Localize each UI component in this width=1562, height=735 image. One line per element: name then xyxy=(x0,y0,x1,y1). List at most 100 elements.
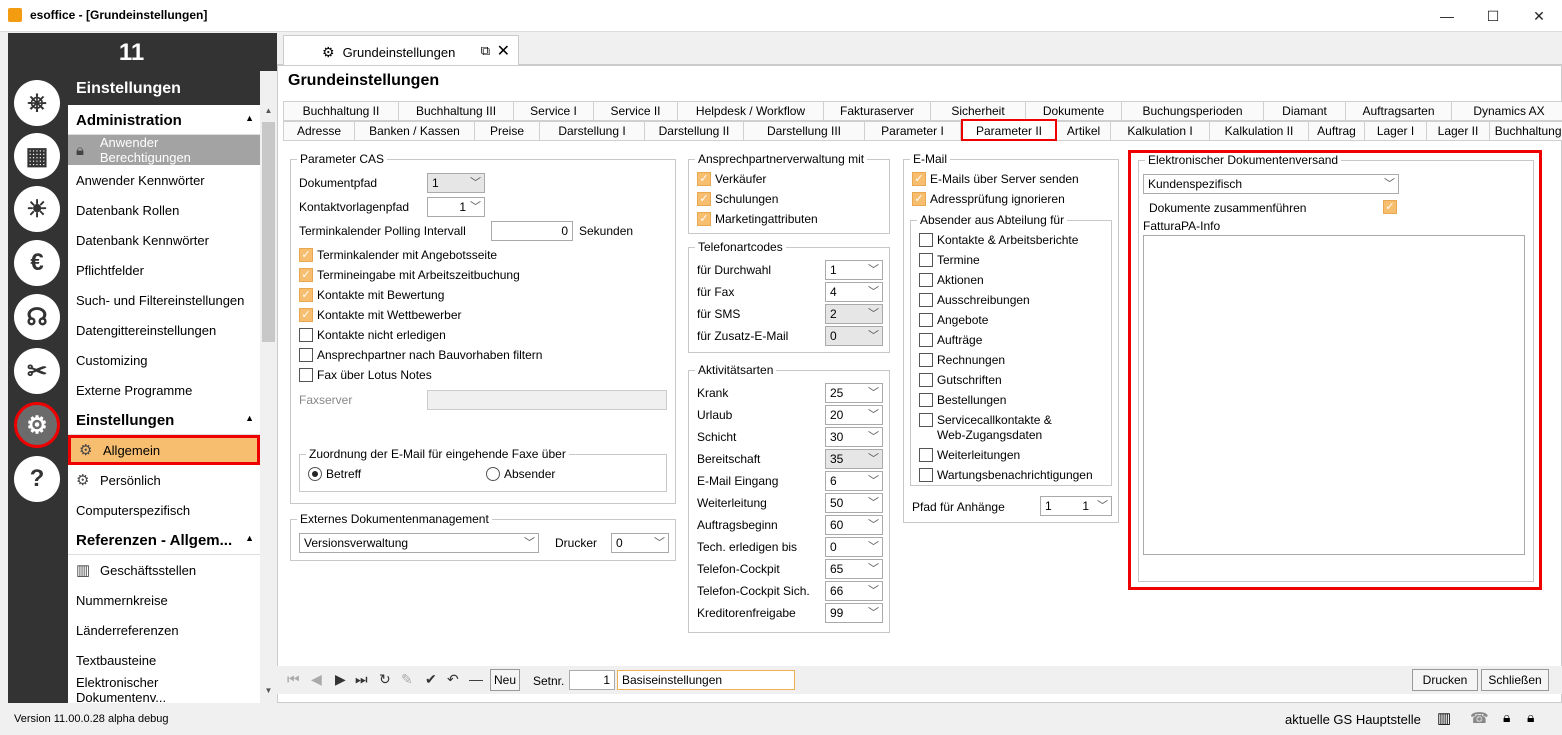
ansprech-checkbox-0[interactable]: ✓ Verkäufer xyxy=(697,172,766,186)
absender-checkbox-4[interactable]: Angebote xyxy=(919,313,988,327)
tab-sicherheit[interactable]: Sicherheit xyxy=(931,101,1026,121)
alarm-icon[interactable]: ☀ xyxy=(14,186,60,232)
popout-icon[interactable]: ⧉ xyxy=(481,43,490,59)
absender-checkbox-9[interactable]: Servicecallkontakte & xyxy=(919,413,1052,427)
undo-icon[interactable]: ↶ xyxy=(447,671,459,688)
absender-checkbox-8[interactable]: Bestellungen xyxy=(919,393,1006,407)
last-record-icon[interactable]: ⏭ xyxy=(355,671,368,688)
schliessen-button[interactable]: Schließen xyxy=(1481,669,1549,691)
email-checkbox-0[interactable]: ✓ E-Mails über Server senden xyxy=(912,172,1079,186)
aktivitaet-select-3[interactable]: 35 ﹀ xyxy=(825,449,883,469)
aktivitaet-select-9[interactable]: 66 ﹀ xyxy=(825,581,883,601)
delete-icon[interactable]: — xyxy=(469,671,483,687)
cas-checkbox-5[interactable]: Ansprechpartner nach Bauvorhaben filtern xyxy=(299,348,542,362)
telefon-select-0[interactable]: 1 ﹀ xyxy=(825,260,883,280)
tab-artikel[interactable]: Artikel xyxy=(1057,121,1111,141)
minimize-button[interactable]: — xyxy=(1424,0,1470,32)
aktivitaet-select-6[interactable]: 60 ﹀ xyxy=(825,515,883,535)
polling-input[interactable]: 0 xyxy=(491,221,573,241)
tab-service-ii[interactable]: Service II xyxy=(594,101,678,121)
calendar-icon[interactable]: ▦ xyxy=(14,133,60,179)
section-einstellungen[interactable]: Einstellungen ▲ xyxy=(68,405,260,435)
settings-gears-icon[interactable]: ⚙ xyxy=(14,402,60,448)
cas-checkbox-4[interactable]: Kontakte nicht erledigen xyxy=(299,328,446,342)
sidebar-item-anwender-berechtigungen[interactable]: 🔒︎ Anwender Berechtigungen xyxy=(68,135,260,165)
aktivitaet-select-1[interactable]: 20 ﹀ xyxy=(825,405,883,425)
radio-betreff[interactable]: Betreff xyxy=(308,467,361,481)
tab-darstellung-iii[interactable]: Darstellung III xyxy=(744,121,865,141)
tab-buchhaltung-i[interactable]: Buchhaltung I xyxy=(1490,121,1562,141)
sidebar-item-computerspezifisch[interactable]: Computerspezifisch xyxy=(68,495,260,525)
tab-kalkulation-ii[interactable]: Kalkulation II xyxy=(1210,121,1309,141)
tab-diamant[interactable]: Diamant xyxy=(1264,101,1346,121)
building-icon[interactable]: ▥ xyxy=(1437,709,1451,727)
sidebar-item-laenderreferenzen[interactable]: Länderreferenzen xyxy=(68,615,260,645)
absender-checkbox-2[interactable]: Aktionen xyxy=(919,273,984,287)
cas-checkbox-2[interactable]: ✓ Kontakte mit Bewertung xyxy=(299,288,444,302)
absender-checkbox-6[interactable]: Rechnungen xyxy=(919,353,1005,367)
close-tab-icon[interactable]: ✕ xyxy=(497,41,510,61)
next-record-icon[interactable]: ▶ xyxy=(335,671,346,688)
ansprech-checkbox-2[interactable]: ✓ Marketingattributen xyxy=(697,212,818,226)
absender-checkbox-3[interactable]: Ausschreibungen xyxy=(919,293,1030,307)
neu-button[interactable]: Neu xyxy=(490,669,520,691)
sidebar-item-datengittereinstellungen[interactable]: Datengittereinstellungen xyxy=(68,315,260,345)
tab-helpdesk-workflow[interactable]: Helpdesk / Workflow xyxy=(678,101,824,121)
tab-dokumente[interactable]: Dokumente xyxy=(1026,101,1122,121)
sidebar-item-datenbank-kennwoerter[interactable]: Datenbank Kennwörter xyxy=(68,225,260,255)
tab-lager-i[interactable]: Lager I xyxy=(1365,121,1427,141)
tab-parameter-ii[interactable]: Parameter II xyxy=(961,119,1057,141)
aktivitaet-select-0[interactable]: 25 ﹀ xyxy=(825,383,883,403)
tab-banken-kassen[interactable]: Banken / Kassen xyxy=(355,121,475,141)
aktivitaet-select-7[interactable]: 0 ﹀ xyxy=(825,537,883,557)
sidebar-item-pflichtfelder[interactable]: Pflichtfelder xyxy=(68,255,260,285)
aktivitaet-select-5[interactable]: 50 ﹀ xyxy=(825,493,883,513)
tab-buchungsperioden[interactable]: Buchungsperioden xyxy=(1122,101,1264,121)
prev-record-icon[interactable]: ◀ xyxy=(311,671,322,688)
ansprech-checkbox-1[interactable]: ✓ Schulungen xyxy=(697,192,778,206)
telefon-select-3[interactable]: 0 ﹀ xyxy=(825,326,883,346)
drucker-select[interactable]: 0 ﹀ xyxy=(611,533,669,553)
absender-checkbox-5[interactable]: Aufträge xyxy=(919,333,982,347)
tab-dynamics-ax[interactable]: Dynamics AX xyxy=(1452,101,1562,121)
sidebar-item-allgemein[interactable]: ⚙ Allgemein xyxy=(68,435,260,465)
refresh-icon[interactable]: ↻ xyxy=(379,671,391,688)
absender-checkbox-10[interactable]: Weiterleitungen xyxy=(919,448,1020,462)
tab-darstellung-ii[interactable]: Darstellung II xyxy=(645,121,744,141)
tab-darstellung-i[interactable]: Darstellung I xyxy=(540,121,645,141)
sidebar-item-textbausteine[interactable]: Textbausteine xyxy=(68,645,260,675)
sidebar-item-persoenlich[interactable]: ⚙ Persönlich xyxy=(68,465,260,495)
cas-checkbox-0[interactable]: ✓ Terminkalender mit Angebotsseite xyxy=(299,248,497,262)
close-window-button[interactable]: ✕ xyxy=(1516,0,1562,32)
aktivitaet-select-2[interactable]: 30 ﹀ xyxy=(825,427,883,447)
absender-checkbox-7[interactable]: Gutschriften xyxy=(919,373,1002,387)
sidebar-scrollbar[interactable]: ▲ ▼ xyxy=(260,104,277,703)
help-icon[interactable]: ? xyxy=(14,456,60,502)
collapse-icon[interactable]: ▲ xyxy=(245,413,254,423)
fattura-textarea[interactable] xyxy=(1143,235,1525,555)
sidebar-item-nummernkreise[interactable]: Nummernkreise xyxy=(68,585,260,615)
aktivitaet-select-4[interactable]: 6 ﹀ xyxy=(825,471,883,491)
dms-select[interactable]: Versionsverwaltung ﹀ xyxy=(299,533,539,553)
first-record-icon[interactable]: ⏮ xyxy=(287,671,300,688)
scroll-up-icon[interactable]: ▲ xyxy=(260,106,277,115)
tab-kalkulation-i[interactable]: Kalkulation I xyxy=(1111,121,1210,141)
aktivitaet-select-8[interactable]: 65 ﹀ xyxy=(825,559,883,579)
section-administration[interactable]: Administration ▲ xyxy=(68,105,260,135)
phone-icon[interactable]: ☎ xyxy=(1470,709,1489,727)
tab-auftragsarten[interactable]: Auftragsarten xyxy=(1346,101,1452,121)
cas-checkbox-3[interactable]: ✓ Kontakte mit Wettbewerber xyxy=(299,308,462,322)
pfad-anhaenge-select[interactable]: 1 1 ﹀ xyxy=(1040,496,1112,516)
euro-icon[interactable]: € xyxy=(14,240,60,286)
tab-service-i[interactable]: Service I xyxy=(514,101,594,121)
lock-icon-2[interactable]: 🔒︎ xyxy=(1527,709,1534,726)
kontaktvorlagenpfad-select[interactable]: 1 ﹀ xyxy=(427,197,485,217)
aktivitaet-select-10[interactable]: 99 ﹀ xyxy=(825,603,883,623)
maximize-button[interactable]: ☐ xyxy=(1470,0,1516,32)
tab-lager-ii[interactable]: Lager II xyxy=(1427,121,1490,141)
section-referenzen[interactable]: Referenzen - Allgem... ▲ xyxy=(68,525,260,555)
tab-auftrag[interactable]: Auftrag xyxy=(1309,121,1365,141)
helm-icon[interactable]: ⎈ xyxy=(14,80,60,126)
absender-checkbox-11[interactable]: Wartungsbenachrichtigungen xyxy=(919,468,1093,482)
sidebar-item-datenbank-rollen[interactable]: Datenbank Rollen xyxy=(68,195,260,225)
